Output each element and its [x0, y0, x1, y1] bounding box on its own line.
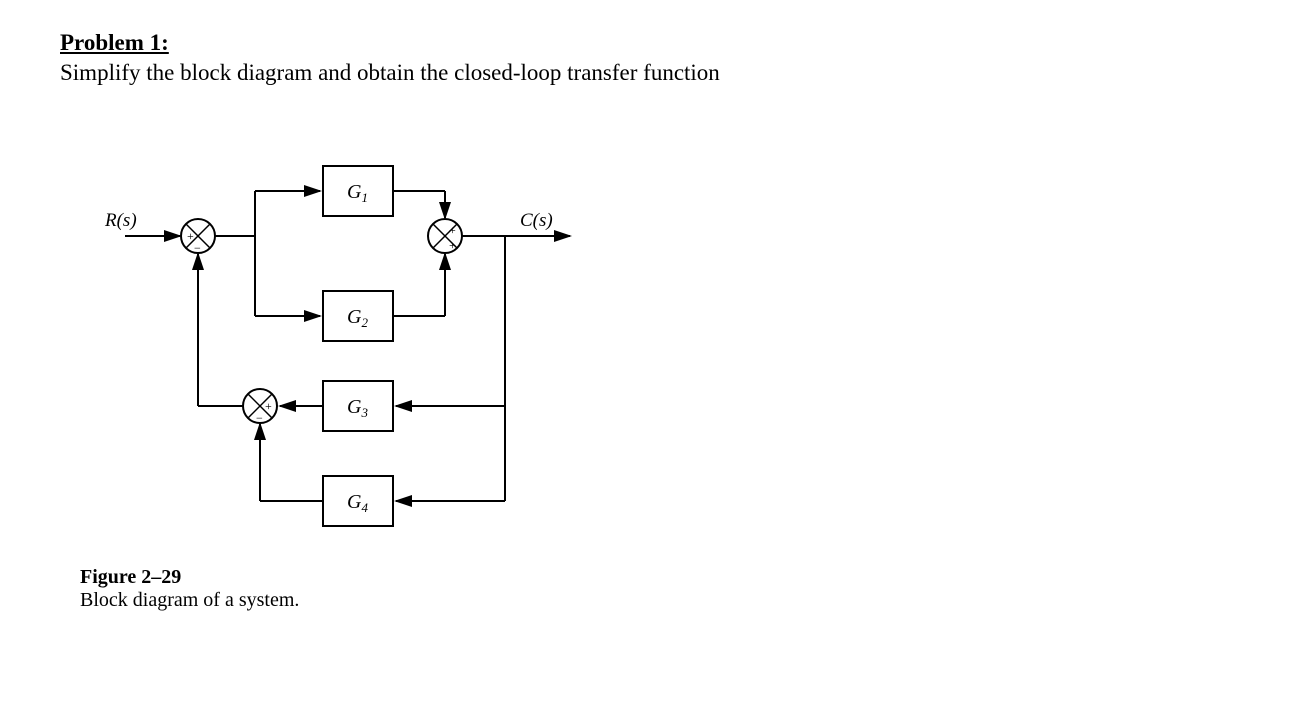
svg-text:+: +: [265, 399, 272, 413]
input-label: R(s): [104, 210, 137, 231]
svg-text:+: +: [449, 223, 456, 237]
figure-text: Block diagram of a system.: [80, 589, 1252, 612]
summing-junction-1: + −: [181, 219, 215, 255]
figure-number: Figure 2–29: [80, 566, 1252, 589]
block-g2: G2: [323, 291, 393, 341]
svg-text:−: −: [194, 241, 201, 255]
problem-prompt: Simplify the block diagram and obtain th…: [60, 60, 1252, 86]
summing-junction-3: + −: [243, 389, 277, 425]
svg-text:+: +: [449, 238, 456, 252]
block-g4: G4: [323, 476, 393, 526]
block-g3: G3: [323, 381, 393, 431]
problem-title: Problem 1:: [60, 30, 169, 55]
svg-text:+: +: [187, 229, 194, 243]
figure-caption: Figure 2–29 Block diagram of a system.: [80, 566, 1252, 612]
summing-junction-2: + +: [428, 219, 462, 253]
problem-heading: Problem 1:: [60, 30, 1252, 56]
block-diagram-svg: R(s) + − G1 G2: [80, 126, 680, 556]
block-diagram: R(s) + − G1 G2: [80, 126, 680, 556]
block-g1: G1: [323, 166, 393, 216]
output-label: C(s): [520, 210, 553, 231]
svg-text:−: −: [256, 411, 263, 425]
